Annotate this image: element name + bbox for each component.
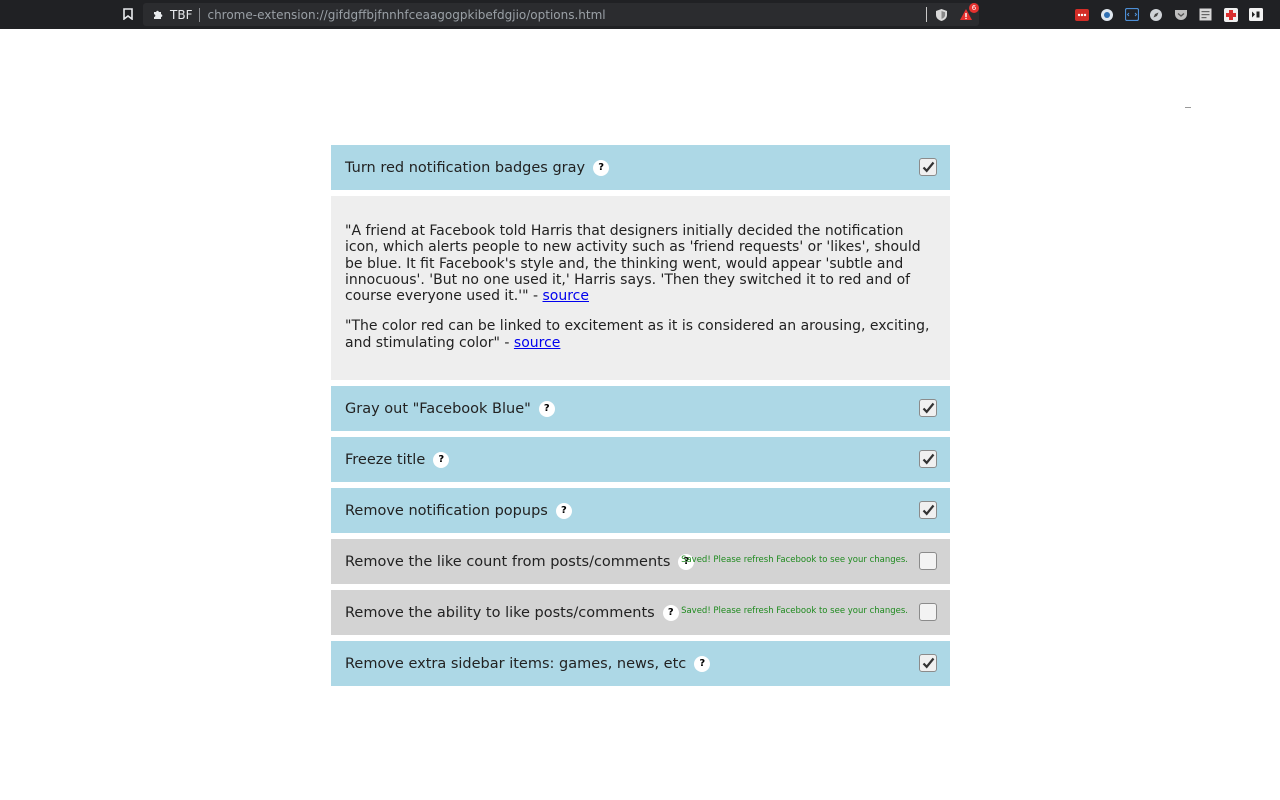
url-text[interactable]: chrome-extension://gifdgffbjfnnhfceaagog… [207, 8, 926, 22]
help-icon[interactable]: ? [538, 400, 555, 417]
extension-tray [1074, 6, 1272, 23]
option-checkbox[interactable] [919, 603, 937, 621]
checkmark-icon [922, 657, 934, 669]
options-list: Turn red notification badges gray ? "A f… [331, 145, 950, 692]
page-icon[interactable] [1198, 7, 1214, 23]
option-label: Remove the ability to like posts/comment… [345, 604, 655, 621]
quote-2-text: "The color red can be linked to exciteme… [345, 318, 930, 351]
option-remove-like-count[interactable]: Remove the like count from posts/comment… [331, 539, 950, 584]
bookmark-icon[interactable] [120, 6, 136, 22]
alert-triangle-icon[interactable]: 6 [957, 2, 979, 24]
compass-icon[interactable] [1148, 7, 1164, 23]
corner-mark [1185, 107, 1191, 108]
option-gray-facebook-blue[interactable]: Gray out "Facebook Blue" ? [331, 386, 950, 431]
option-label: Remove the like count from posts/comment… [345, 553, 671, 570]
option-label: Remove notification popups [345, 502, 548, 519]
info-quote-2: "The color red can be linked to exciteme… [345, 318, 936, 351]
checkmark-icon [922, 453, 934, 465]
option-remove-notification-popups[interactable]: Remove notification popups ? [331, 488, 950, 533]
help-icon[interactable]: ? [662, 604, 679, 621]
shield-icon[interactable] [933, 7, 949, 23]
checkmark-icon [922, 402, 934, 414]
omnibox-divider [926, 7, 927, 22]
media-icon[interactable] [1248, 7, 1264, 23]
option-remove-sidebar-items[interactable]: Remove extra sidebar items: games, news,… [331, 641, 950, 686]
option-checkbox[interactable] [919, 158, 937, 176]
option-checkbox[interactable] [919, 501, 937, 519]
option-checkbox[interactable] [919, 399, 937, 417]
checkmark-icon [922, 504, 934, 516]
alert-badge-count: 6 [969, 2, 979, 13]
browser-toolbar: TBF chrome-extension://gifdgffbjfnnhfcea… [0, 0, 1280, 29]
address-bar[interactable]: TBF chrome-extension://gifdgffbjfnnhfcea… [143, 2, 979, 26]
option-label: Remove extra sidebar items: games, news,… [345, 655, 687, 672]
option-gray-notification-badges[interactable]: Turn red notification badges gray ? [331, 145, 950, 190]
help-icon[interactable]: ? [555, 502, 572, 519]
puzzle-icon [152, 5, 164, 24]
option-label: Freeze title [345, 451, 426, 468]
option-checkbox[interactable] [919, 552, 937, 570]
source-link-2[interactable]: source [514, 335, 561, 351]
extension-chip[interactable]: TBF [143, 3, 192, 26]
option-checkbox[interactable] [919, 654, 937, 672]
help-icon[interactable]: ? [694, 655, 711, 672]
option-remove-like-ability[interactable]: Remove the ability to like posts/comment… [331, 590, 950, 635]
info-quote-1: "A friend at Facebook told Harris that d… [345, 223, 936, 304]
info-box: "A friend at Facebook told Harris that d… [331, 196, 950, 380]
source-link-1[interactable]: source [543, 288, 590, 304]
quote-1-text: "A friend at Facebook told Harris that d… [345, 223, 921, 305]
lastpass-icon[interactable] [1074, 7, 1090, 23]
option-freeze-title[interactable]: Freeze title ? [331, 437, 950, 482]
pocket-icon[interactable] [1173, 7, 1189, 23]
saved-message: Saved! Please refresh Facebook to see yo… [681, 555, 908, 565]
extension-name: TBF [170, 7, 193, 22]
option-checkbox[interactable] [919, 450, 937, 468]
circle-icon[interactable] [1099, 7, 1115, 23]
saved-message: Saved! Please refresh Facebook to see yo… [681, 606, 908, 616]
devtools-icon[interactable] [1124, 7, 1140, 23]
option-label: Gray out "Facebook Blue" [345, 400, 531, 417]
option-label: Turn red notification badges gray [345, 159, 586, 176]
medical-cross-icon[interactable] [1223, 7, 1239, 23]
help-icon[interactable]: ? [433, 451, 450, 468]
help-icon[interactable]: ? [593, 159, 610, 176]
checkmark-icon [922, 161, 934, 173]
address-separator [199, 7, 201, 22]
